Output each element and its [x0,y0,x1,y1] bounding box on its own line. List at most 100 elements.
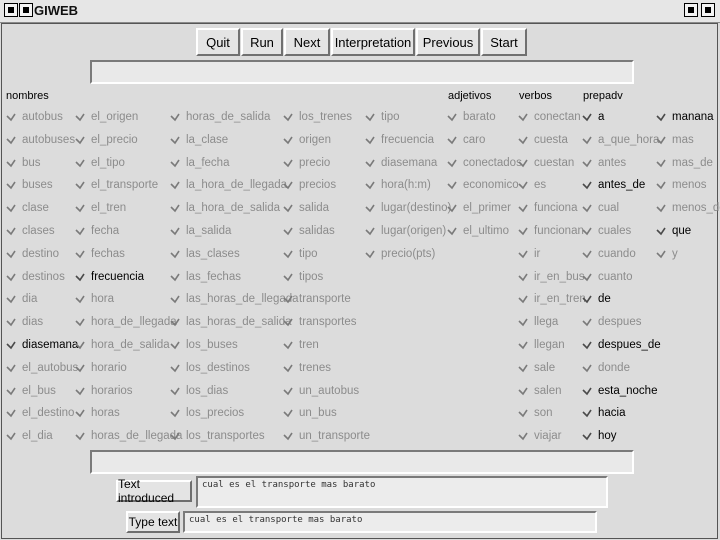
word-toggle[interactable]: menos_de [656,199,720,217]
word-toggle[interactable]: los_destinos [170,359,250,377]
word-toggle[interactable]: conectan [518,108,581,126]
iconify-icon[interactable] [684,3,698,17]
word-toggle[interactable]: salidas [283,222,335,240]
word-toggle[interactable]: precios [283,176,336,194]
word-toggle[interactable]: las_clases [170,245,240,263]
word-toggle[interactable]: frecuencia [75,268,144,286]
word-toggle[interactable]: manana [656,108,714,126]
word-toggle[interactable]: diasemana [6,336,78,354]
word-toggle[interactable]: a [582,108,604,126]
next-button[interactable]: Next [284,28,330,56]
word-toggle[interactable]: los_dias [170,382,228,400]
word-toggle[interactable]: sale [518,359,555,377]
word-toggle[interactable]: el_ultimo [447,222,509,240]
word-toggle[interactable]: precio(pts) [365,245,435,263]
word-toggle[interactable]: y [656,245,678,263]
word-toggle[interactable]: horas_de_salida [170,108,270,126]
word-toggle[interactable]: donde [582,359,630,377]
word-toggle[interactable]: hacia [582,404,626,422]
word-toggle[interactable]: el_tipo [75,154,125,172]
word-toggle[interactable]: lugar(origen) [365,222,446,240]
type-text-input[interactable]: cual es el transporte mas barato [183,511,597,533]
word-toggle[interactable]: horas [75,404,120,422]
word-toggle[interactable]: hora_de_salida [75,336,170,354]
word-toggle[interactable]: salida [283,199,329,217]
word-toggle[interactable]: cuestan [518,154,574,172]
word-toggle[interactable]: buses [6,176,53,194]
word-toggle[interactable]: ir_en_tren [518,290,586,308]
word-toggle[interactable]: cual [582,199,619,217]
word-toggle[interactable]: las_fechas [170,268,241,286]
word-toggle[interactable]: el_precio [75,131,138,149]
word-toggle[interactable]: los_buses [170,336,238,354]
word-toggle[interactable]: bus [6,154,41,172]
word-toggle[interactable]: tren [283,336,319,354]
word-toggle[interactable]: que [656,222,691,240]
word-toggle[interactable]: origen [283,131,331,149]
word-toggle[interactable]: es [518,176,546,194]
word-toggle[interactable]: transportes [283,313,357,331]
word-toggle[interactable]: autobus [6,108,63,126]
window-restore-icon[interactable] [19,3,33,17]
word-toggle[interactable]: el_transporte [75,176,158,194]
word-toggle[interactable]: mas_de [656,154,713,172]
word-toggle[interactable]: hora(h:m) [365,176,431,194]
quit-button[interactable]: Quit [196,28,240,56]
word-toggle[interactable]: la_salida [170,222,231,240]
word-toggle[interactable]: precio [283,154,330,172]
word-toggle[interactable]: hoy [582,427,617,445]
word-toggle[interactable]: ir_en_bus [518,268,585,286]
word-toggle[interactable]: menos [656,176,707,194]
word-toggle[interactable]: cuando [582,245,636,263]
word-toggle[interactable]: despues [582,313,641,331]
previous-button[interactable]: Previous [416,28,480,56]
word-toggle[interactable]: clase [6,199,49,217]
word-toggle[interactable]: la_fecha [170,154,229,172]
word-toggle[interactable]: la_hora_de_salida [170,199,280,217]
word-toggle[interactable]: antes [582,154,626,172]
word-toggle[interactable]: la_hora_de_llegada [170,176,287,194]
word-toggle[interactable]: llegan [518,336,565,354]
word-toggle[interactable]: transporte [283,290,351,308]
run-button[interactable]: Run [241,28,283,56]
word-toggle[interactable]: el_primer [447,199,511,217]
word-toggle[interactable]: el_autobus [6,359,78,377]
word-toggle[interactable]: lugar(destino) [365,199,451,217]
word-toggle[interactable]: el_tren [75,199,126,217]
word-toggle[interactable]: la_clase [170,131,228,149]
word-toggle[interactable]: cuales [582,222,631,240]
word-toggle[interactable]: economico [447,176,519,194]
word-toggle[interactable]: diasemana [365,154,437,172]
word-toggle[interactable]: despues_de [582,336,661,354]
window-menu-icon[interactable] [4,3,18,17]
word-toggle[interactable]: funciona [518,199,577,217]
word-toggle[interactable]: los_trenes [283,108,352,126]
word-toggle[interactable]: fechas [75,245,125,263]
word-toggle[interactable]: dia [6,290,37,308]
word-toggle[interactable]: clases [6,222,55,240]
word-toggle[interactable]: caro [447,131,485,149]
word-toggle[interactable]: barato [447,108,496,126]
word-toggle[interactable]: un_bus [283,404,337,422]
word-toggle[interactable]: el_destino [6,404,74,422]
word-toggle[interactable]: son [518,404,553,422]
word-toggle[interactable]: tipo [283,245,318,263]
word-toggle[interactable]: de [582,290,611,308]
word-toggle[interactable]: dias [6,313,43,331]
word-toggle[interactable]: fecha [75,222,119,240]
word-toggle[interactable]: destino [6,245,59,263]
word-toggle[interactable]: hora_de_llegada [75,313,177,331]
word-toggle[interactable]: cuesta [518,131,568,149]
word-toggle[interactable]: funcionan [518,222,584,240]
word-toggle[interactable]: antes_de [582,176,645,194]
word-toggle[interactable]: mas [656,131,694,149]
word-toggle[interactable]: los_precios [170,404,244,422]
word-toggle[interactable]: horas_de_llegada [75,427,182,445]
word-toggle[interactable]: destinos [6,268,65,286]
word-toggle[interactable]: conectados [447,154,522,172]
word-toggle[interactable]: trenes [283,359,331,377]
word-toggle[interactable]: un_transporte [283,427,370,445]
word-toggle[interactable]: a_que_hora [582,131,659,149]
word-toggle[interactable]: tipo [365,108,400,126]
word-toggle[interactable]: cuanto [582,268,633,286]
